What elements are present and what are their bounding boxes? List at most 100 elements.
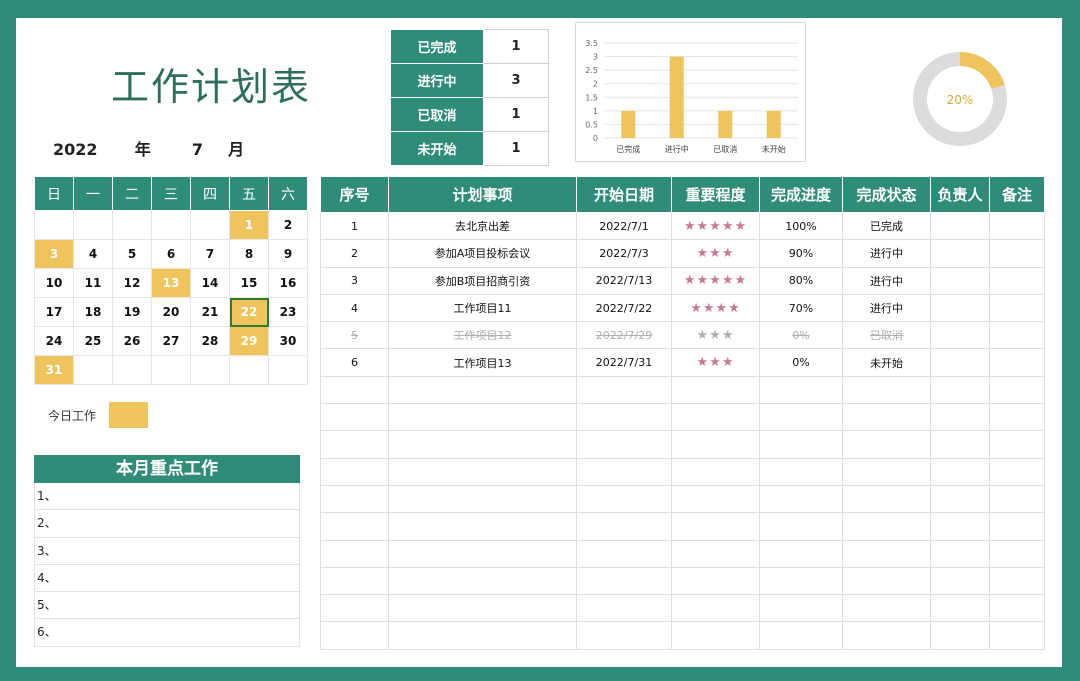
empty-cell[interactable] <box>989 512 1045 541</box>
task-number[interactable]: 3 <box>320 266 389 295</box>
empty-cell[interactable] <box>759 484 843 514</box>
calendar-day[interactable]: 22 <box>229 297 269 327</box>
calendar-day[interactable]: 10 <box>34 268 74 298</box>
task-owner[interactable] <box>930 348 990 377</box>
empty-cell[interactable] <box>576 594 672 623</box>
empty-cell[interactable] <box>842 375 931 405</box>
calendar-day[interactable]: 29 <box>229 326 269 356</box>
empty-cell[interactable] <box>320 457 389 486</box>
calendar-day[interactable]: 3 <box>34 239 74 269</box>
empty-cell[interactable] <box>989 566 1045 596</box>
status-count[interactable]: 1 <box>483 131 549 166</box>
empty-cell[interactable] <box>576 403 672 432</box>
empty-cell[interactable] <box>576 621 672 650</box>
empty-cell[interactable] <box>671 539 760 568</box>
empty-cell[interactable] <box>388 430 577 459</box>
task-status[interactable]: 进行中 <box>842 239 931 268</box>
empty-cell[interactable] <box>671 621 760 650</box>
task-importance-stars[interactable]: ★★★ <box>671 239 760 268</box>
empty-cell[interactable] <box>320 375 389 405</box>
empty-cell[interactable] <box>989 430 1045 459</box>
empty-cell[interactable] <box>388 621 577 650</box>
task-number[interactable]: 1 <box>320 211 389 241</box>
empty-cell[interactable] <box>759 375 843 405</box>
task-item[interactable]: 参加A项目投标会议 <box>388 239 577 268</box>
task-progress[interactable]: 0% <box>759 321 843 350</box>
status-count[interactable]: 1 <box>483 29 549 64</box>
calendar-day[interactable]: 4 <box>73 239 113 269</box>
empty-cell[interactable] <box>930 566 990 596</box>
empty-cell[interactable] <box>320 430 389 459</box>
task-progress[interactable]: 0% <box>759 348 843 377</box>
empty-cell[interactable] <box>930 430 990 459</box>
empty-cell[interactable] <box>388 512 577 541</box>
empty-cell[interactable] <box>759 566 843 596</box>
empty-cell[interactable] <box>759 621 843 650</box>
empty-cell[interactable] <box>842 621 931 650</box>
task-number[interactable]: 2 <box>320 239 389 268</box>
calendar-day[interactable]: 26 <box>112 326 152 356</box>
task-item[interactable]: 工作项目12 <box>388 321 577 350</box>
task-start-date[interactable]: 2022/7/31 <box>576 348 672 377</box>
empty-cell[interactable] <box>842 512 931 541</box>
empty-cell[interactable] <box>842 594 931 623</box>
empty-cell[interactable] <box>842 430 931 459</box>
empty-cell[interactable] <box>671 457 760 486</box>
empty-cell[interactable] <box>930 539 990 568</box>
task-note[interactable] <box>989 293 1045 323</box>
empty-cell[interactable] <box>671 375 760 405</box>
status-count[interactable]: 3 <box>483 63 549 98</box>
calendar-day[interactable]: 17 <box>34 297 74 327</box>
task-importance-stars[interactable]: ★★★★ <box>671 293 760 323</box>
task-start-date[interactable]: 2022/7/3 <box>576 239 672 268</box>
empty-cell[interactable] <box>388 566 577 596</box>
empty-cell[interactable] <box>671 430 760 459</box>
calendar-day[interactable]: 14 <box>190 268 230 298</box>
calendar-day[interactable]: 9 <box>268 239 308 269</box>
task-start-date[interactable]: 2022/7/13 <box>576 266 672 295</box>
task-status[interactable]: 进行中 <box>842 293 931 323</box>
empty-cell[interactable] <box>989 403 1045 432</box>
task-progress[interactable]: 90% <box>759 239 843 268</box>
empty-cell[interactable] <box>930 484 990 514</box>
focus-item[interactable]: 2、 <box>34 510 300 538</box>
calendar-day[interactable]: 28 <box>190 326 230 356</box>
task-start-date[interactable]: 2022/7/22 <box>576 293 672 323</box>
task-number[interactable]: 5 <box>320 321 389 350</box>
task-importance-stars[interactable]: ★★★ <box>671 321 760 350</box>
empty-cell[interactable] <box>759 594 843 623</box>
empty-cell[interactable] <box>388 375 577 405</box>
empty-cell[interactable] <box>576 430 672 459</box>
empty-cell[interactable] <box>320 621 389 650</box>
empty-cell[interactable] <box>842 539 931 568</box>
calendar-day[interactable]: 15 <box>229 268 269 298</box>
calendar-day[interactable]: 6 <box>151 239 191 269</box>
calendar-day[interactable]: 7 <box>190 239 230 269</box>
empty-cell[interactable] <box>320 403 389 432</box>
task-owner[interactable] <box>930 293 990 323</box>
task-number[interactable]: 6 <box>320 348 389 377</box>
calendar-day[interactable]: 25 <box>73 326 113 356</box>
empty-cell[interactable] <box>930 512 990 541</box>
empty-cell[interactable] <box>671 484 760 514</box>
task-number[interactable]: 4 <box>320 293 389 323</box>
task-item[interactable]: 工作项目13 <box>388 348 577 377</box>
empty-cell[interactable] <box>759 539 843 568</box>
empty-cell[interactable] <box>576 375 672 405</box>
empty-cell[interactable] <box>388 457 577 486</box>
empty-cell[interactable] <box>842 484 931 514</box>
task-owner[interactable] <box>930 266 990 295</box>
focus-item[interactable]: 1、 <box>34 483 300 511</box>
task-owner[interactable] <box>930 239 990 268</box>
calendar-day[interactable]: 21 <box>190 297 230 327</box>
empty-cell[interactable] <box>576 539 672 568</box>
task-note[interactable] <box>989 321 1045 350</box>
empty-cell[interactable] <box>671 566 760 596</box>
empty-cell[interactable] <box>759 512 843 541</box>
calendar-day[interactable]: 16 <box>268 268 308 298</box>
task-note[interactable] <box>989 266 1045 295</box>
task-status[interactable]: 未开始 <box>842 348 931 377</box>
calendar-day[interactable]: 8 <box>229 239 269 269</box>
empty-cell[interactable] <box>842 403 931 432</box>
task-start-date[interactable]: 2022/7/1 <box>576 211 672 241</box>
